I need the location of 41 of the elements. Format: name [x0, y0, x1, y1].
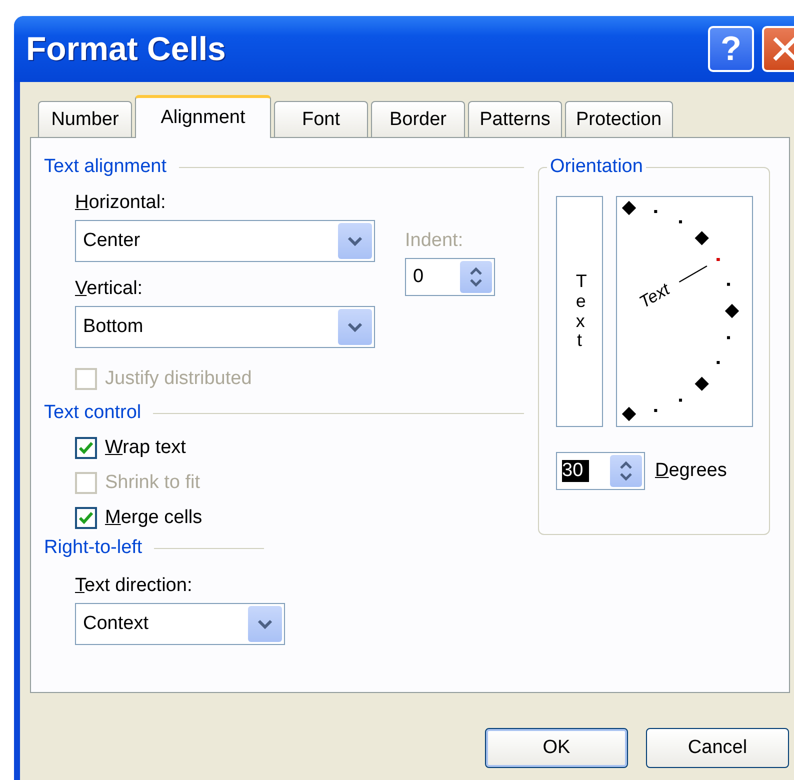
dialog-button[interactable]: Cancel	[646, 728, 789, 768]
help-button[interactable]: ?	[708, 26, 754, 72]
dialog-button[interactable]: OK	[485, 728, 628, 768]
orientation-dial[interactable]: Text	[616, 196, 753, 427]
checkbox-label[interactable]: Wrap text	[105, 437, 186, 459]
spin-button[interactable]	[460, 261, 492, 293]
degrees-spin-field[interactable]: 30	[556, 452, 645, 490]
up-down-arrows-icon	[469, 266, 483, 288]
dropdown-arrow-button[interactable]	[248, 606, 282, 642]
field-label: Indent:	[405, 230, 464, 252]
up-down-arrows-icon	[619, 460, 633, 482]
chevron-down-icon	[257, 619, 273, 629]
tab[interactable]: Font	[274, 101, 368, 137]
angle-handle[interactable]	[716, 258, 720, 261]
window-title: Format Cells	[26, 30, 227, 68]
close-icon	[772, 36, 794, 62]
field-label: Horizontal:	[75, 192, 167, 214]
field-label: Text direction:	[75, 575, 194, 597]
tab[interactable]: Protection	[565, 101, 673, 137]
dropdown[interactable]: Center	[75, 220, 375, 262]
field-label: Vertical:	[75, 278, 144, 300]
dropdown-arrow-button[interactable]	[338, 309, 372, 345]
dropdown-arrow-button[interactable]	[338, 223, 372, 259]
group-heading: Right-to-left	[44, 537, 142, 559]
tab[interactable]: Patterns	[468, 101, 562, 137]
rotated-text-sample: Text	[636, 280, 673, 312]
checkbox[interactable]	[75, 507, 97, 529]
chevron-down-icon	[347, 236, 363, 246]
tab[interactable]: Alignment	[135, 95, 271, 138]
group-heading: Text alignment	[44, 156, 167, 178]
tab[interactable]: Border	[371, 101, 465, 137]
vertical-text-option[interactable]: Text	[556, 196, 603, 427]
chevron-down-icon	[347, 322, 363, 332]
checkbox[interactable]	[75, 437, 97, 459]
dropdown[interactable]: Context	[75, 603, 285, 645]
field-label: Degrees	[655, 460, 727, 482]
group-heading: Text control	[44, 402, 142, 424]
tab[interactable]: Number	[38, 101, 132, 137]
checkbox-label[interactable]: Merge cells	[105, 507, 202, 529]
spin-button[interactable]	[610, 455, 642, 487]
dropdown[interactable]: Bottom	[75, 306, 375, 348]
